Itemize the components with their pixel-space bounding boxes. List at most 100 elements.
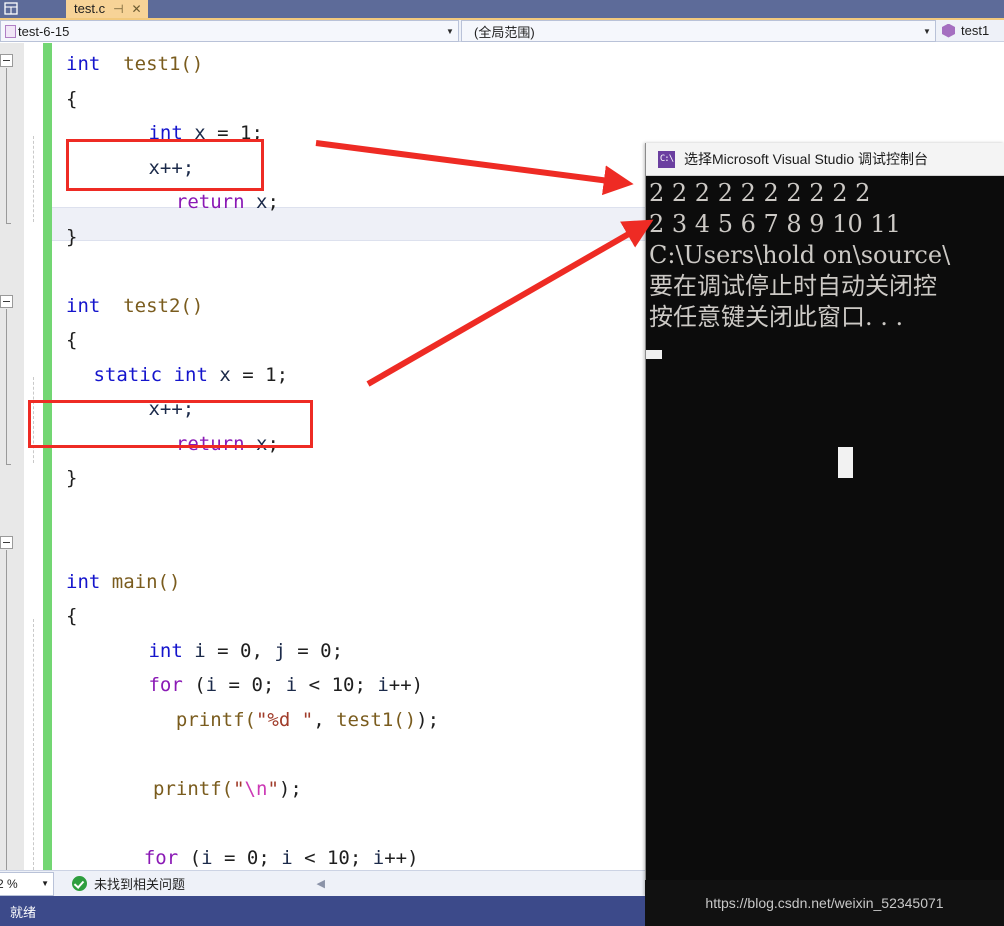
unsaved-change-bar [43, 43, 52, 870]
code-token: ; [267, 432, 279, 455]
code-token: return [175, 432, 245, 455]
console-line: 按任意键关闭此窗口. . . [649, 303, 904, 331]
chevron-down-icon[interactable]: ▼ [919, 27, 935, 36]
code-token: int [148, 639, 183, 662]
code-token: i [205, 674, 218, 696]
code-token: for [143, 846, 179, 869]
pin-icon[interactable]: ⊣ [113, 0, 123, 18]
scope-dropdown-value: (全局范围) [474, 24, 535, 40]
code-text-area[interactable]: int test1() { int x = 1; x++; return x;} int … [52, 43, 645, 870]
code-token: ; [331, 639, 344, 662]
fold-toggle-test1[interactable] [0, 54, 13, 67]
watermark: https://blog.csdn.net/weixin_52345071 [645, 880, 1004, 926]
code-token: ; [267, 191, 279, 213]
tab-test-c[interactable]: test.c ⊣ ✕ [66, 0, 148, 18]
code-token: ++) [388, 674, 424, 696]
code-line: printf("\n"); [153, 772, 302, 807]
fold-toggle-test2[interactable] [0, 295, 13, 308]
zoom-level-value: 2 % [0, 876, 18, 891]
issue-status-area[interactable]: 未找到相关问题 ◀ [54, 870, 645, 897]
code-token: { [66, 329, 78, 351]
code-token: j [274, 639, 286, 662]
code-token: x++; [148, 398, 195, 420]
code-token: = [217, 674, 252, 696]
project-dropdown[interactable]: test-6-15 ▼ [0, 20, 459, 42]
code-token: " [267, 777, 279, 800]
console-title-bar[interactable]: C:\ 选择Microsoft Visual Studio 调试控制台 [646, 143, 1004, 176]
code-token: ; [258, 846, 282, 869]
code-token: 1 [240, 122, 252, 144]
code-token: 1 [265, 363, 277, 386]
code-token: = [205, 122, 240, 144]
code-token: 0 [320, 639, 332, 662]
navigation-bar: test-6-15 ▼ (全局范围) ▼ test1 [0, 20, 1004, 42]
code-token: test1() [123, 53, 204, 75]
editor-gutter [26, 43, 43, 870]
screenshot-root: test.c ⊣ ✕ test-6-15 ▼ (全局范围) ▼ test1 in… [0, 0, 1004, 926]
console-line: 2 2 2 2 2 2 2 2 2 2 [649, 179, 871, 207]
code-token: ; [354, 674, 378, 696]
code-line: { [66, 82, 77, 117]
editor-tab-strip: test.c ⊣ ✕ [0, 0, 1004, 18]
code-editor[interactable]: int test1() { int x = 1; x++; return x;} int … [0, 43, 645, 870]
chevron-down-icon[interactable]: ▼ [442, 27, 458, 36]
code-token: = [212, 846, 247, 869]
status-bar-label: 就绪 [10, 904, 37, 920]
console-title-label: 选择Microsoft Visual Studio 调试控制台 [684, 151, 929, 167]
mouse-ibeam-cursor [838, 447, 853, 478]
code-token: x [256, 432, 268, 455]
code-token: x [219, 363, 231, 386]
close-icon[interactable]: ✕ [132, 0, 142, 18]
chevron-down-icon[interactable]: ▼ [41, 879, 49, 888]
code-line: static int x = 1; [93, 358, 288, 393]
code-token: i [194, 639, 206, 662]
code-token: ( [182, 674, 206, 696]
code-token: " [233, 777, 245, 800]
check-circle-icon [72, 876, 87, 891]
debug-console-window[interactable]: C:\ 选择Microsoft Visual Studio 调试控制台 2 2 … [645, 143, 1004, 896]
fold-line-test1 [6, 68, 7, 223]
console-text-caret [646, 350, 662, 359]
zoom-level-dropdown[interactable]: 2 % ▼ [0, 871, 54, 896]
code-token: main() [111, 570, 181, 593]
project-dropdown-value: test-6-15 [18, 23, 70, 39]
scope-dropdown[interactable]: (全局范围) ▼ [461, 20, 936, 42]
code-line: printf("%d ", test1()); [176, 703, 439, 738]
cube-icon [942, 23, 955, 38]
code-token: i [372, 846, 385, 869]
code-line: int i = 0, j = 0; [148, 634, 343, 669]
code-token: static [93, 363, 163, 386]
code-token: } [66, 467, 78, 489]
code-token: { [66, 605, 78, 627]
editor-indicator-margin [0, 43, 25, 870]
code-line: for (i = 0; i < 10; i++) [144, 841, 419, 871]
indent-guide [33, 377, 34, 463]
code-token: = [285, 639, 321, 662]
code-line: x++; [148, 151, 194, 186]
window-menu-icon[interactable] [2, 1, 20, 17]
code-line: for (i = 0; i < 10; i++) [148, 668, 423, 703]
code-token: return [175, 191, 245, 213]
tab-label: test.c [74, 1, 106, 16]
fold-toggle-main[interactable] [0, 536, 13, 549]
code-token: int [66, 570, 101, 593]
fold-corner-test2 [6, 464, 11, 465]
code-token: "%d " [255, 708, 314, 731]
code-token: printf( [153, 777, 234, 800]
code-token: test2() [123, 294, 204, 317]
code-token: 10 [326, 846, 350, 869]
code-line: return x; [176, 427, 279, 462]
code-token: ; [276, 363, 289, 386]
chevron-left-icon[interactable]: ◀ [317, 877, 325, 890]
code-token: \n [244, 777, 268, 800]
code-token: int [148, 122, 183, 144]
code-token: i [201, 846, 213, 869]
project-icon [5, 24, 16, 38]
member-dropdown[interactable]: test1 [936, 20, 1004, 41]
